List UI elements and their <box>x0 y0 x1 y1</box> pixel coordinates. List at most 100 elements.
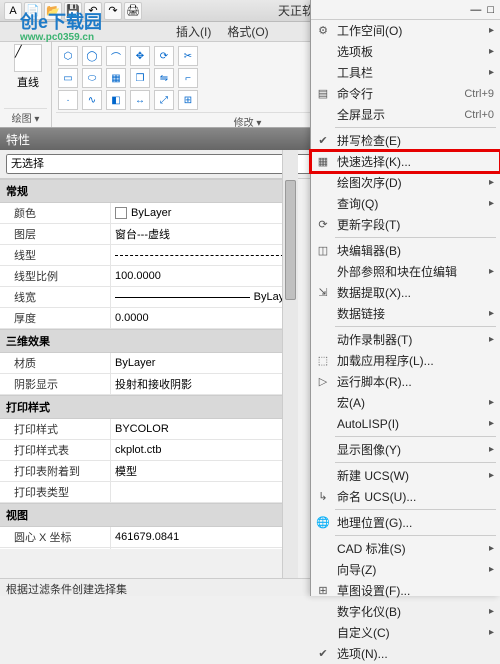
menu-draworder[interactable]: 绘图次序(D)▸ <box>311 172 500 193</box>
menu-toolbars[interactable]: 工具栏▸ <box>311 62 500 83</box>
prop-plotstyle[interactable]: 打印样式BYCOLOR <box>0 419 298 440</box>
trim-icon[interactable]: ✂ <box>178 46 198 66</box>
menu-separator <box>335 462 496 463</box>
prop-layer[interactable]: 图层窗台---虚线 <box>0 224 298 245</box>
menu-dispimage[interactable]: 显示图像(Y)▸ <box>311 439 500 460</box>
spline-icon[interactable]: ∿ <box>82 90 102 110</box>
print-button[interactable]: 🖨 <box>124 2 142 20</box>
mirror-icon[interactable]: ⇋ <box>154 68 174 88</box>
menu-separator <box>335 509 496 510</box>
group-3d-head[interactable]: 三维效果▴ <box>0 329 298 353</box>
prop-lineweight[interactable]: 线宽ByLayer <box>0 287 298 308</box>
submenu-arrow-icon: ▸ <box>489 198 494 209</box>
scrollbar-thumb[interactable] <box>285 180 296 300</box>
menu-insert[interactable]: 插入(I) <box>172 21 215 42</box>
extract-icon: ⇲ <box>315 285 331 301</box>
submenu-arrow-icon: ▸ <box>489 397 494 408</box>
menu-macro[interactable]: 宏(A)▸ <box>311 392 500 413</box>
menu-inquiry[interactable]: 查询(Q)▸ <box>311 193 500 214</box>
menu-updatefield[interactable]: ⟳更新字段(T) <box>311 214 500 235</box>
new-button[interactable]: 📄 <box>24 2 42 20</box>
maximize-icon[interactable]: □ <box>487 4 494 16</box>
stretch-icon[interactable]: ↔ <box>130 90 150 110</box>
prop-material[interactable]: 材质ByLayer <box>0 353 298 374</box>
menu-quickselect[interactable]: ▦快速选择(K)... <box>311 151 500 172</box>
rect-icon[interactable]: ▭ <box>58 68 78 88</box>
submenu-arrow-icon: ▸ <box>489 543 494 554</box>
menu-commandline[interactable]: ▤命令行Ctrl+9 <box>311 83 500 104</box>
prop-plottable[interactable]: 打印样式表ckplot.ctb <box>0 440 298 461</box>
menu-autolisp[interactable]: AutoLISP(I)▸ <box>311 413 500 434</box>
menu-cadstd[interactable]: CAD 标准(S)▸ <box>311 538 500 559</box>
menu-digitizer[interactable]: 数字化仪(B)▸ <box>311 601 500 622</box>
menu-actionrec[interactable]: 动作录制器(T)▸ <box>311 329 500 350</box>
refresh-icon: ⟳ <box>315 217 331 233</box>
prop-ltscale[interactable]: 线型比例100.0000 <box>0 266 298 287</box>
submenu-arrow-icon: ▸ <box>489 177 494 188</box>
submenu-arrow-icon: ▸ <box>489 470 494 481</box>
abc-check-icon: ✔ <box>315 133 331 149</box>
group-plot-head[interactable]: 打印样式▴ <box>0 395 298 419</box>
prop-center-x[interactable]: 圆心 X 坐标461679.0841 <box>0 527 298 548</box>
group-plot: 打印样式▴ 打印样式BYCOLOR 打印样式表ckplot.ctb 打印表附着到… <box>0 395 298 503</box>
group-general: 常规▴ 颜色ByLayer 图层窗台---虚线 线型 线型比例100.0000 … <box>0 179 298 329</box>
menu-fullscreen[interactable]: 全屏显示Ctrl+0 <box>311 104 500 125</box>
menu-loadapp[interactable]: ⬚加载应用程序(L)... <box>311 350 500 371</box>
app-menu-button[interactable]: A <box>4 2 22 20</box>
circle-icon[interactable]: ◯ <box>82 46 102 66</box>
menu-drafting[interactable]: ⊞草图设置(F)... <box>311 580 500 601</box>
submenu-arrow-icon: ▸ <box>489 444 494 455</box>
open-button[interactable]: 📂 <box>44 2 62 20</box>
linetype-preview-icon <box>115 255 294 256</box>
menu-customize[interactable]: 自定义(C)▸ <box>311 622 500 643</box>
ribbon-panel-label-draw[interactable]: 绘图 ▾ <box>4 108 47 125</box>
save-button[interactable]: 💾 <box>64 2 82 20</box>
minimize-icon[interactable]: — <box>470 4 481 16</box>
group-view: 视图▴ 圆心 X 坐标461679.0841 圆心 Y 坐标-47619.278… <box>0 503 298 549</box>
submenu-arrow-icon: ▸ <box>489 308 494 319</box>
prop-linetype[interactable]: 线型 <box>0 245 298 266</box>
move-icon[interactable]: ✥ <box>130 46 150 66</box>
redo-button[interactable]: ↷ <box>104 2 122 20</box>
prop-center-y[interactable]: 圆心 Y 坐标-47619.2782 <box>0 548 298 549</box>
polyline-icon[interactable]: ⬡ <box>58 46 78 66</box>
menu-format[interactable]: 格式(O) <box>223 21 272 42</box>
ellipse-icon[interactable]: ⬭ <box>82 68 102 88</box>
array-icon[interactable]: ⊞ <box>178 90 198 110</box>
menu-spellcheck[interactable]: ✔拼写检查(E) <box>311 130 500 151</box>
hatch-icon[interactable]: ▦ <box>106 68 126 88</box>
rotate-icon[interactable]: ⟳ <box>154 46 174 66</box>
arc-icon[interactable]: ⌒ <box>106 46 126 66</box>
tools-menu: — □ ⚙工作空间(O)▸ 选项板▸ 工具栏▸ ▤命令行Ctrl+9 全屏显示C… <box>310 0 500 596</box>
menu-blockedit[interactable]: ◫块编辑器(B) <box>311 240 500 261</box>
menu-xref[interactable]: 外部参照和块在位编辑▸ <box>311 261 500 282</box>
script-icon: ▷ <box>315 374 331 390</box>
menu-namedUcs[interactable]: ↳命名 UCS(U)... <box>311 486 500 507</box>
menu-palettes[interactable]: 选项板▸ <box>311 41 500 62</box>
menu-options[interactable]: ✔选项(N)... <box>311 643 500 664</box>
prop-shadow[interactable]: 阴影显示投射和接收阴影 <box>0 374 298 395</box>
menu-geoloc[interactable]: 🌐地理位置(G)... <box>311 512 500 533</box>
menu-dataextract[interactable]: ⇲数据提取(X)... <box>311 282 500 303</box>
line-tool[interactable]: ╱ 直线 <box>4 44 52 90</box>
region-icon[interactable]: ◧ <box>106 90 126 110</box>
prop-plotattach[interactable]: 打印表附着到模型 <box>0 461 298 482</box>
copy-icon[interactable]: ❐ <box>130 68 150 88</box>
prop-thickness[interactable]: 厚度0.0000 <box>0 308 298 329</box>
menu-script[interactable]: ▷运行脚本(R)... <box>311 371 500 392</box>
point-icon[interactable]: · <box>58 90 78 110</box>
menu-datalink[interactable]: 数据链接▸ <box>311 303 500 324</box>
menu-wizards[interactable]: 向导(Z)▸ <box>311 559 500 580</box>
group-view-head[interactable]: 视图▴ <box>0 503 298 527</box>
group-general-head[interactable]: 常规▴ <box>0 179 298 203</box>
menu-newucs[interactable]: 新建 UCS(W)▸ <box>311 465 500 486</box>
scale-icon[interactable]: ⤢ <box>154 90 174 110</box>
fillet-icon[interactable]: ⌐ <box>178 68 198 88</box>
menu-workspace[interactable]: ⚙工作空间(O)▸ <box>311 20 500 41</box>
menu-separator <box>335 326 496 327</box>
properties-scrollbar[interactable] <box>282 150 298 578</box>
prop-plottype[interactable]: 打印表类型 <box>0 482 298 503</box>
submenu-arrow-icon: ▸ <box>489 46 494 57</box>
undo-button[interactable]: ↶ <box>84 2 102 20</box>
prop-color[interactable]: 颜色ByLayer <box>0 203 298 224</box>
